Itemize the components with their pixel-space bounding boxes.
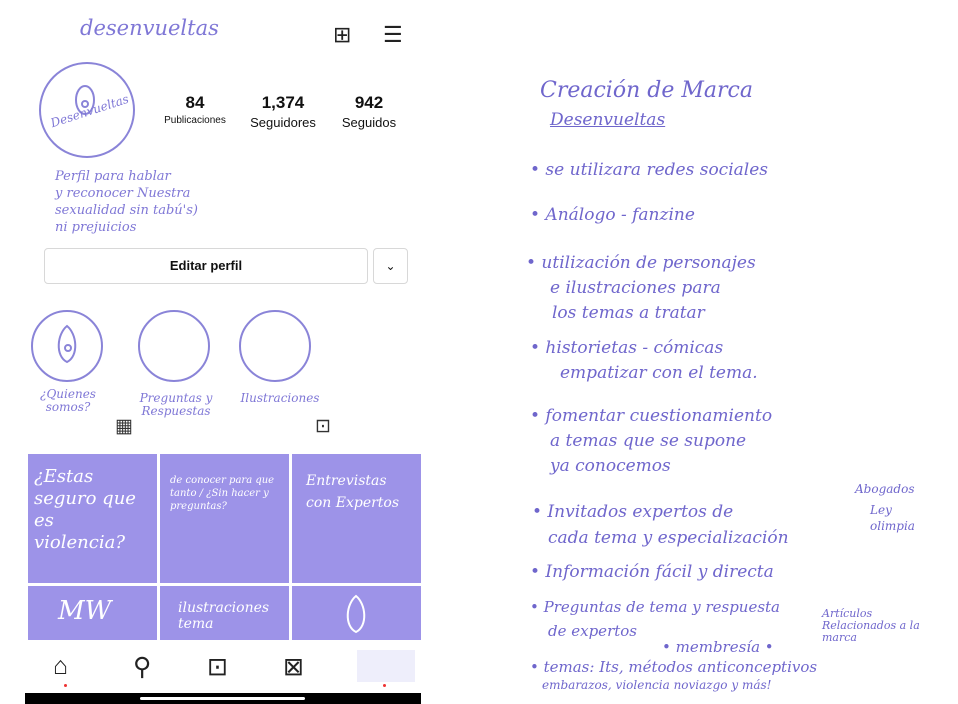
stat-posts[interactable]: 84 Publicaciones <box>155 93 235 126</box>
note-line: • Preguntas de tema y respuesta <box>530 598 780 616</box>
note-line: • se utilizara redes sociales <box>530 160 768 180</box>
note-line: • utilización de personajes <box>526 253 756 273</box>
profile-username: desenvueltas <box>80 16 219 40</box>
stat-followers[interactable]: 1,374 Seguidores <box>238 93 328 130</box>
profile-icon[interactable] <box>357 650 415 682</box>
home-indicator <box>140 697 305 700</box>
stat-following-label: Seguidos <box>341 115 397 130</box>
note-line: • temas: Its, métodos anticonceptivos <box>530 658 818 676</box>
post-tile[interactable]: de conocer para que tanto / ¿Sin hacer y… <box>160 454 289 583</box>
shop-icon[interactable]: ⊠ <box>283 652 304 682</box>
post-tile[interactable]: ilustraciones tema <box>160 586 289 640</box>
bio-line: ni prejuicios <box>55 220 137 235</box>
stat-posts-count: 84 <box>185 93 205 112</box>
post-tile[interactable] <box>292 586 421 640</box>
highlight-quienes-somos[interactable] <box>31 310 103 382</box>
post-text: Entrevistas con Expertos <box>306 473 400 511</box>
note-line: de expertos <box>548 622 637 640</box>
notes-subtitle: Desenvueltas <box>550 110 666 130</box>
note-line: • Invitados expertos de <box>532 502 734 522</box>
reels-icon[interactable]: ⊡ <box>207 652 228 682</box>
stat-posts-label: Publicaciones <box>164 115 226 126</box>
stat-followers-count: 1,374 <box>261 93 305 112</box>
note-line: • historietas - cómicas <box>530 338 724 358</box>
avatar[interactable]: Desenvueltas <box>39 62 135 158</box>
note-line: a temas que se supone <box>550 431 747 451</box>
bio-line: Perfil para hablar <box>55 169 171 184</box>
plus-square-icon[interactable]: ⊞ <box>333 22 351 48</box>
post-text: ilustraciones tema <box>178 600 270 632</box>
notes-title: Creación de Marca <box>540 78 753 103</box>
note-line: e ilustraciones para <box>550 278 721 298</box>
note-line: • fomentar cuestionamiento <box>530 406 773 426</box>
note-line: • Información fácil y directa <box>530 562 774 582</box>
notification-dot <box>64 684 67 687</box>
stat-following-count: 942 <box>354 93 384 112</box>
note-line: empatizar con el tema. <box>560 363 758 383</box>
note-line: • Análogo - fanzine <box>530 205 695 225</box>
grid-icon[interactable]: ▦ <box>115 415 133 438</box>
post-text: ¿Estas seguro que es violencia? <box>34 466 136 553</box>
post-text: de conocer para que tanto / ¿Sin hacer y… <box>170 475 275 512</box>
post-tile[interactable]: ¿Estas seguro que es violencia? <box>28 454 157 583</box>
post-tile[interactable]: MW <box>28 586 157 640</box>
notification-dot <box>383 684 386 687</box>
note-line: embarazos, violencia noviazgo y más! <box>542 678 772 692</box>
stat-following[interactable]: 942 Seguidos <box>330 93 408 130</box>
profile-bio: Perfil para hablar y reconocer Nuestra s… <box>55 168 295 236</box>
bio-line: sexualidad sin tabú's) <box>55 203 198 218</box>
note-line: cada tema y especialización <box>548 528 789 548</box>
highlight-label: Ilustraciones <box>240 391 320 405</box>
highlight-preguntas[interactable] <box>138 310 210 382</box>
highlight-label: Preguntas y Respuestas <box>139 391 213 418</box>
side-note: Abogados <box>855 482 915 496</box>
home-icon[interactable]: ⌂ <box>53 652 68 681</box>
bottom-nav: ⌂ ⚲ ⊡ ⊠ <box>25 648 421 693</box>
bio-line: y reconocer Nuestra <box>55 186 191 201</box>
side-note: Ley olimpia <box>870 503 915 533</box>
post-tile[interactable]: Entrevistas con Expertos <box>292 454 421 583</box>
chevron-down-icon[interactable]: ⌄ <box>373 248 408 284</box>
avocado-icon <box>57 324 77 364</box>
note-line: los temas a tratar <box>552 303 705 323</box>
highlight-ilustraciones[interactable] <box>239 310 311 382</box>
tagged-icon[interactable]: ⊡ <box>315 415 331 438</box>
note-line: ya conocemos <box>550 456 671 476</box>
instagram-profile-screen: desenvueltas ⊞ ☰ Desenvueltas 84 Publica… <box>25 0 421 704</box>
posts-grid: ¿Estas seguro que es violencia? de conoc… <box>28 454 421 640</box>
search-icon[interactable]: ⚲ <box>133 652 151 682</box>
post-text: MW <box>58 596 112 626</box>
home-indicator-bar <box>25 693 421 704</box>
side-note: Artículos Relacionados a la marca <box>822 607 920 644</box>
note-line: • membresía • <box>662 638 774 656</box>
hamburger-icon[interactable]: ☰ <box>383 22 403 48</box>
highlight-label: ¿Quienes somos? <box>40 387 96 414</box>
avocado-icon <box>346 594 366 634</box>
edit-profile-button[interactable]: Editar perfil <box>44 248 368 284</box>
stat-followers-label: Seguidores <box>250 115 316 130</box>
